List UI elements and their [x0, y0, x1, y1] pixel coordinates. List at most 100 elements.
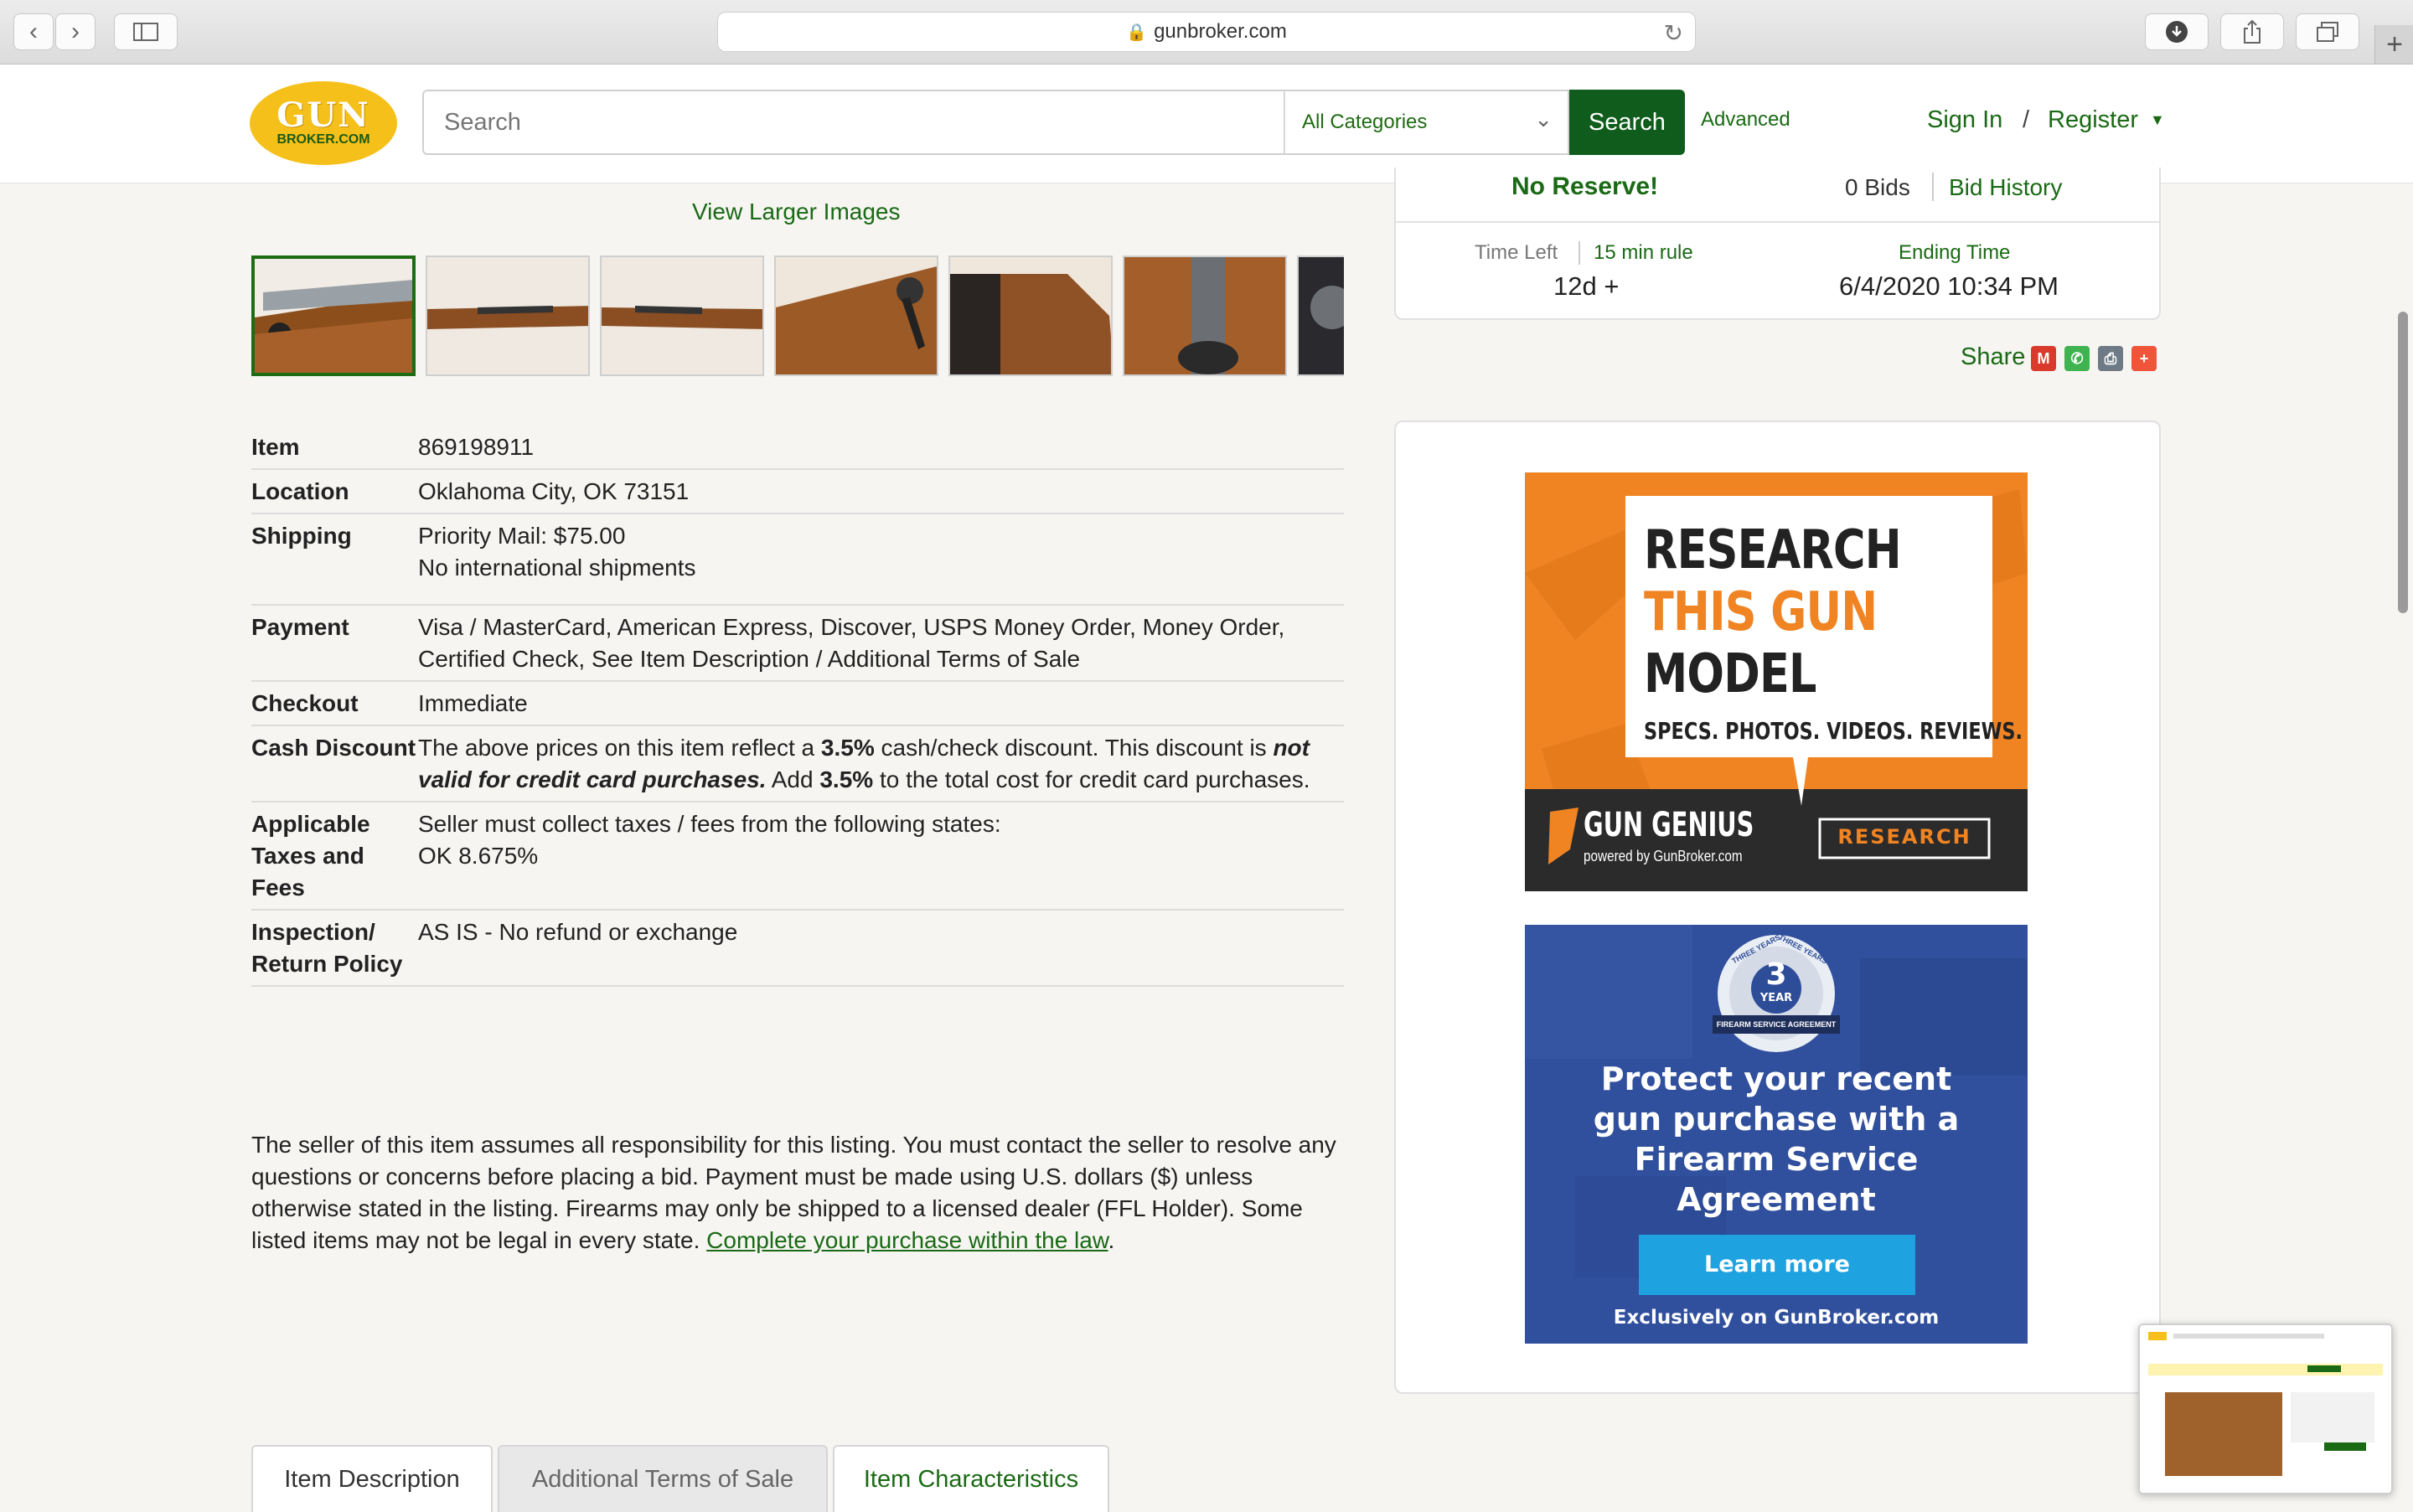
tab-additional-terms[interactable]: Additional Terms of Sale	[498, 1445, 828, 1512]
advanced-search-link[interactable]: Advanced	[1701, 108, 1790, 132]
download-icon	[2166, 21, 2188, 43]
sidebar-toggle-button[interactable]	[114, 13, 178, 50]
cash-discount-value: The above prices on this item reflect a …	[418, 732, 1344, 796]
detail-row-payment: Payment Visa / MasterCard, American Expr…	[251, 606, 1344, 682]
logo-text-broker: BROKER.COM	[276, 132, 370, 147]
detail-row-taxes: Applicable Taxes and Fees Seller must co…	[251, 802, 1344, 911]
view-larger-images-link[interactable]: View Larger Images	[692, 199, 901, 225]
payment-value: Visa / MasterCard, American Express, Dis…	[418, 614, 1285, 672]
search-button[interactable]: Search	[1569, 90, 1685, 155]
item-number: 869198911	[418, 434, 535, 460]
tab-item-characteristics[interactable]: Item Characteristics	[833, 1445, 1109, 1512]
taxes-intro: Seller must collect taxes / fees from th…	[418, 811, 1001, 837]
site-header: GUN BROKER.COM All Categories ⌄ Search A…	[0, 65, 2413, 183]
thumbnail-image[interactable]	[426, 255, 590, 376]
detail-label: Shipping	[251, 523, 352, 549]
ad-footer: Exclusively on GunBroker.com	[1613, 1307, 1940, 1329]
detail-label: Item	[251, 434, 300, 460]
learn-more-button[interactable]: Learn more	[1639, 1251, 1915, 1277]
badge-word: YEAR	[1759, 992, 1793, 1004]
category-select[interactable]: All Categories ⌄	[1284, 90, 1569, 155]
reload-icon[interactable]: ↻	[1664, 19, 1683, 47]
cash-discount-text: cash/check discount. This discount is	[874, 735, 1274, 761]
thumbnail-image[interactable]	[600, 255, 764, 376]
gun-genius-brand: GUN GENIUS	[1584, 806, 1754, 844]
shipping-value: Priority Mail: $75.00 No international s…	[418, 520, 1344, 584]
location-value: Oklahoma City, OK 73151	[418, 478, 690, 504]
item-details-table: Item 869198911 Location Oklahoma City, O…	[251, 426, 1344, 987]
fifteen-min-rule-link[interactable]: 15 min rule	[1594, 241, 1693, 265]
detail-label: Applicable Taxes and Fees	[251, 811, 370, 900]
tab-overview-button[interactable]	[2296, 13, 2359, 50]
purchase-within-law-link[interactable]: Complete your purchase within the law	[706, 1227, 1108, 1253]
scrollbar-thumb[interactable]	[2398, 312, 2408, 613]
logo-text-gun: GUN	[276, 95, 370, 135]
thumbnail-image[interactable]	[1297, 255, 1344, 376]
thumbnail-image[interactable]	[948, 255, 1113, 376]
chevron-down-icon: ⌄	[1534, 106, 1553, 132]
detail-label: Location	[251, 478, 349, 504]
print-icon[interactable]: ⎙	[2098, 346, 2123, 371]
surcharge-percent: 3.5%	[819, 766, 874, 792]
gunbroker-logo[interactable]: GUN BROKER.COM	[250, 81, 397, 165]
back-button[interactable]: ‹	[13, 13, 54, 50]
ad-tagline: SPECS. PHOTOS. VIDEOS. REVIEWS.	[1644, 717, 2023, 745]
header-separator: /	[2023, 106, 2030, 133]
discount-percent: 3.5%	[820, 735, 875, 761]
divider	[1396, 221, 2159, 223]
detail-label: Cash Discount	[251, 735, 416, 761]
forward-button[interactable]: ›	[55, 13, 96, 50]
lock-icon: 🔒	[1126, 23, 1148, 42]
ad-headline-3: MODEL	[1644, 643, 1816, 705]
share-arrow-icon	[2244, 19, 2261, 44]
thumbnail-image[interactable]	[251, 255, 416, 376]
more-share-icon[interactable]: +	[2131, 346, 2157, 371]
ad-headline-1: RESEARCH	[1644, 519, 1902, 581]
research-button[interactable]: RESEARCH	[1820, 825, 1989, 849]
address-bar[interactable]: 🔒 gunbroker.com ↻	[717, 12, 1696, 52]
shipping-method: Priority Mail: $75.00	[418, 523, 626, 549]
detail-row-item: Item 869198911	[251, 426, 1344, 470]
ad-headline-2: THIS GUN	[1644, 581, 1878, 643]
sign-in-link[interactable]: Sign In	[1927, 106, 2002, 134]
downloads-button[interactable]	[2145, 13, 2209, 50]
bid-panel: No Reserve! 0 Bids Bid History Time Left…	[1394, 168, 2161, 320]
gmail-icon[interactable]: M	[2031, 346, 2056, 371]
gun-genius-subtitle: powered by GunBroker.com	[1584, 848, 1743, 864]
checkout-value: Immediate	[418, 690, 528, 716]
chevron-right-icon: ›	[71, 18, 80, 45]
firearm-service-agreement-ad[interactable]: 3 YEAR THREE YEARS THREE YEARS FIREARM S…	[1525, 925, 2028, 1344]
thumbnail-strip	[251, 254, 1344, 379]
plus-icon: +	[2386, 28, 2403, 60]
detail-row-location: Location Oklahoma City, OK 73151	[251, 470, 1344, 514]
share-button[interactable]	[2220, 13, 2284, 50]
thumbnail-image[interactable]	[774, 255, 938, 376]
detail-row-checkout: Checkout Immediate	[251, 682, 1344, 726]
bid-history-link[interactable]: Bid History	[1949, 174, 2062, 201]
caret-down-icon[interactable]: ▼	[2150, 111, 2165, 129]
whatsapp-icon[interactable]: ✆	[2064, 346, 2090, 371]
category-value: All Categories	[1302, 111, 1428, 133]
page-preview-thumbnail[interactable]	[2138, 1324, 2393, 1494]
time-left-value: 12d +	[1553, 271, 1620, 301]
thumbnail-image[interactable]	[1123, 255, 1287, 376]
new-tab-button[interactable]: +	[2374, 25, 2413, 64]
divider	[1932, 173, 1934, 201]
address-url: gunbroker.com	[1154, 20, 1287, 43]
badge-ribbon: FIREARM SERVICE AGREEMENT	[1716, 1020, 1837, 1029]
research-gun-model-ad[interactable]: RESEARCH THIS GUN MODEL SPECS. PHOTOS. V…	[1525, 472, 2028, 891]
bid-count: 0 Bids	[1845, 174, 1910, 200]
cash-discount-text: to the total cost for credit card purcha…	[873, 766, 1310, 792]
tab-item-description[interactable]: Item Description	[251, 1445, 493, 1512]
no-reserve-label: No Reserve!	[1511, 173, 1659, 200]
search-input[interactable]	[422, 90, 1285, 155]
chevron-left-icon: ‹	[29, 18, 38, 45]
detail-label: Checkout	[251, 690, 359, 716]
tax-rate: OK 8.675%	[418, 843, 539, 869]
detail-label: Payment	[251, 614, 349, 640]
ad-headline: Protect your recent gun purchase with a …	[1593, 1060, 1960, 1218]
cash-discount-text: Add	[766, 766, 820, 792]
register-link[interactable]: Register	[2048, 106, 2138, 134]
cash-discount-text: The above prices on this item reflect a	[418, 735, 821, 761]
tabs-icon	[2317, 22, 2338, 42]
